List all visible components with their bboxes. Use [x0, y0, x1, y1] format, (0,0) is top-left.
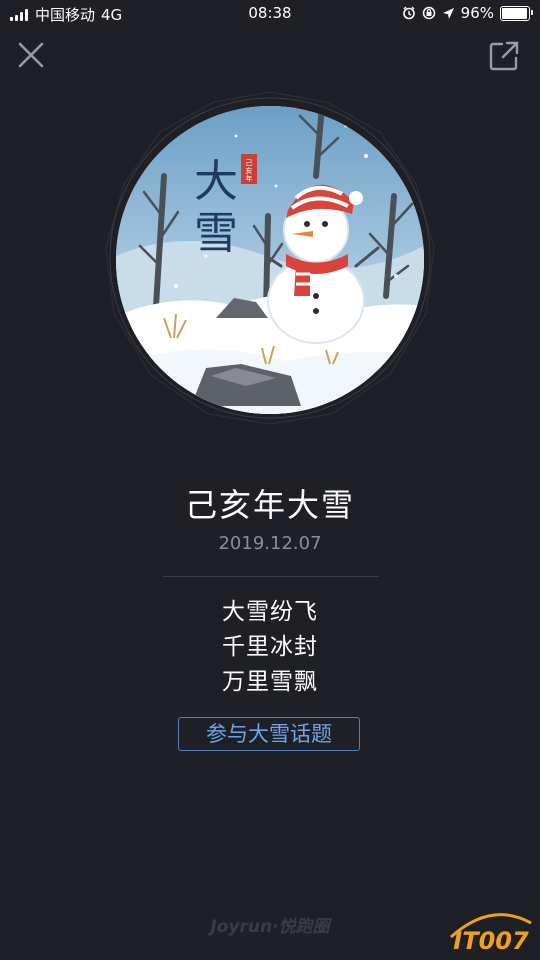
battery-icon — [500, 5, 533, 21]
svg-text:IT007: IT007 — [453, 927, 529, 955]
status-bar: 中国移动 4G 08:38 96% — [0, 0, 540, 26]
seal-char-1: 己 — [246, 159, 253, 167]
poem-line: 大雪纷飞 — [222, 599, 318, 625]
poem-line: 万里雪飘 — [222, 669, 318, 695]
rotation-lock-icon — [422, 6, 435, 20]
artwork-char-2: 雪 — [194, 208, 238, 259]
share-icon[interactable] — [488, 40, 520, 72]
seal-char-2: 亥 — [246, 166, 253, 175]
poem-date: 2019.12.07 — [218, 533, 322, 554]
alarm-icon — [402, 6, 415, 20]
artwork-char-1: 大 — [194, 156, 238, 207]
poem-title: 己亥年大雪 — [184, 486, 355, 524]
battery-percent: 96% — [460, 4, 494, 22]
join-topic-button[interactable]: 参与大雪话题 — [178, 717, 360, 751]
it007-watermark: IT007 — [449, 913, 532, 955]
close-icon[interactable] — [16, 40, 46, 70]
poem-lines: 大雪纷飞 千里冰封 万里雪飘 — [0, 595, 540, 700]
location-icon — [442, 7, 454, 19]
seal-char-3: 年 — [246, 174, 253, 183]
poem-line: 千里冰封 — [222, 634, 318, 660]
solar-term-artwork: 己 亥 年 大 雪 — [116, 106, 424, 414]
divider — [163, 576, 379, 577]
